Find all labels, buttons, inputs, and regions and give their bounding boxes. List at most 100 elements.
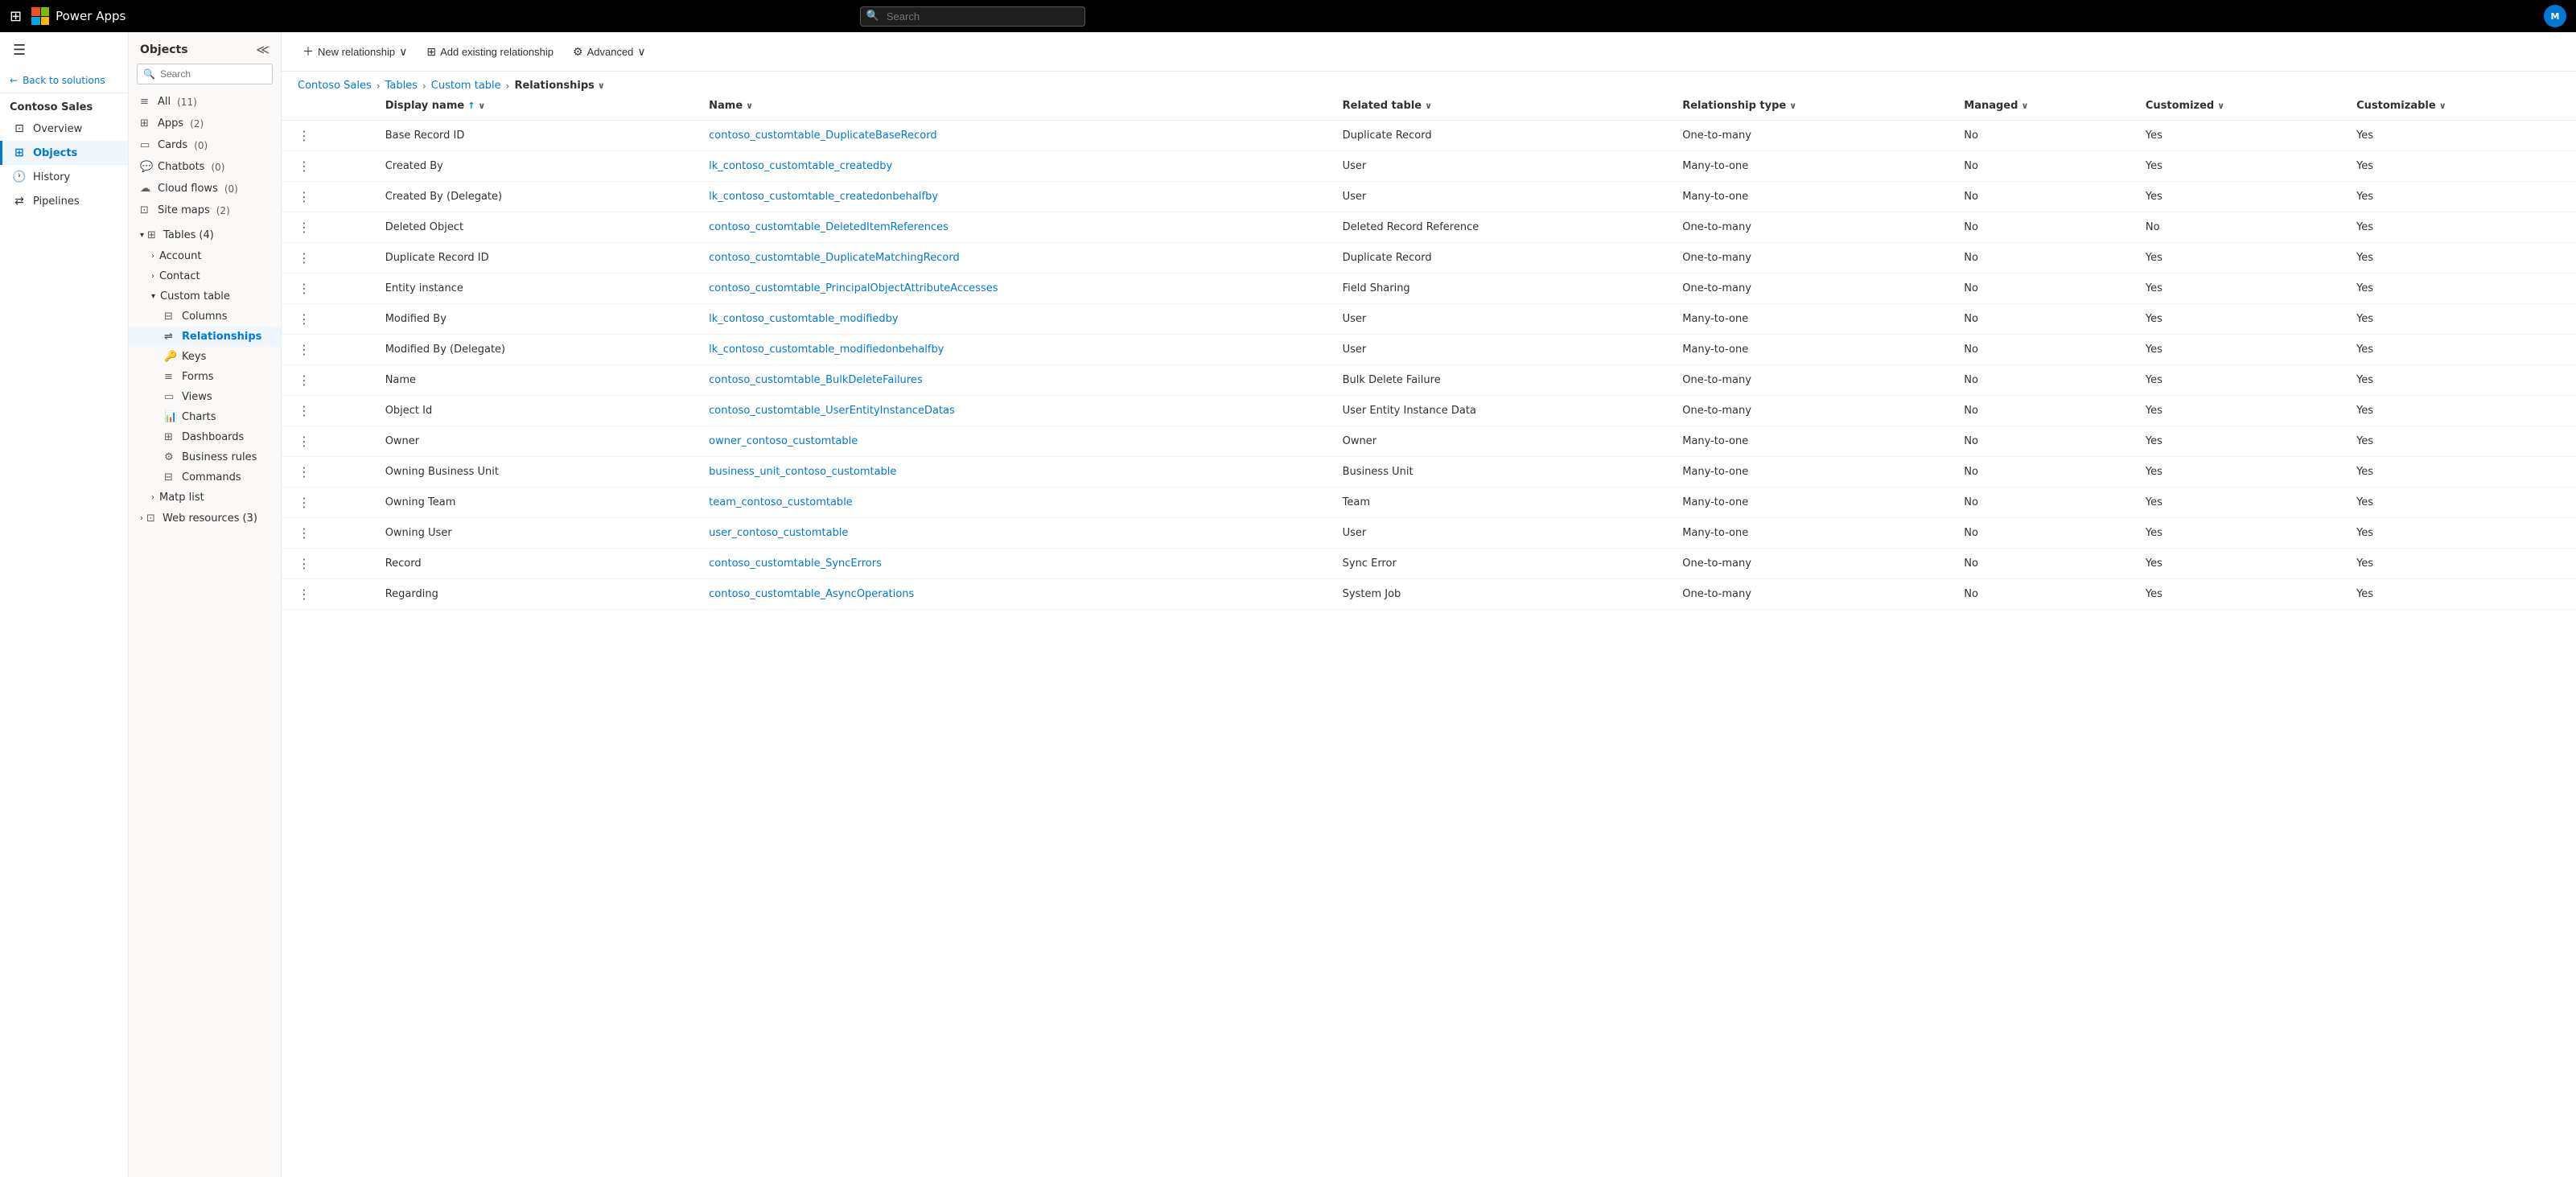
breadcrumb-custom-table[interactable]: Custom table — [431, 80, 501, 92]
row-menu-13[interactable]: ⋮ — [282, 518, 372, 549]
display-name-filter-icon[interactable]: ∨ — [478, 101, 485, 111]
tree-item-matp-list[interactable]: › Matp list — [129, 488, 281, 508]
row-menu-7[interactable]: ⋮ — [282, 335, 372, 365]
objects-item-apps[interactable]: ⊞ Apps (2) — [129, 113, 281, 134]
waffle-icon[interactable]: ⊞ — [10, 8, 22, 25]
sidebar-item-history[interactable]: 🕐 History — [0, 165, 128, 189]
th-related-table[interactable]: Related table ∨ — [1330, 92, 1670, 121]
name-link-3[interactable]: contoso_customtable_DeletedItemReference… — [709, 221, 949, 233]
name-link-9[interactable]: contoso_customtable_UserEntityInstanceDa… — [709, 405, 955, 417]
search-input[interactable] — [860, 6, 1085, 27]
tree-item-account[interactable]: › Account — [129, 246, 281, 266]
row-context-menu-icon[interactable]: ⋮ — [294, 310, 314, 328]
customized-filter-icon[interactable]: ∨ — [2217, 101, 2224, 111]
row-menu-8[interactable]: ⋮ — [282, 365, 372, 396]
row-menu-0[interactable]: ⋮ — [282, 121, 372, 151]
name-link-2[interactable]: lk_contoso_customtable_createdonbehalfby — [709, 191, 938, 203]
row-menu-12[interactable]: ⋮ — [282, 488, 372, 518]
name-link-15[interactable]: contoso_customtable_AsyncOperations — [709, 588, 914, 600]
th-name[interactable]: Name ∨ — [696, 92, 1329, 121]
sidebar-item-objects[interactable]: ⊞ Objects — [0, 141, 128, 165]
breadcrumb-tables[interactable]: Tables — [385, 80, 418, 92]
th-customized[interactable]: Customized ∨ — [2133, 92, 2344, 121]
row-context-menu-icon[interactable]: ⋮ — [294, 554, 314, 573]
tree-item-contact[interactable]: › Contact — [129, 266, 281, 286]
relationship-type-filter-icon[interactable]: ∨ — [1789, 101, 1796, 111]
name-link-5[interactable]: contoso_customtable_PrincipalObjectAttri… — [709, 282, 998, 294]
tree-item-views[interactable]: ▭ Views — [129, 387, 281, 407]
name-link-7[interactable]: lk_contoso_customtable_modifiedonbehalfb… — [709, 344, 944, 356]
th-display-name[interactable]: Display name ↑ ∨ — [372, 92, 696, 121]
row-context-menu-icon[interactable]: ⋮ — [294, 371, 314, 389]
name-link-10[interactable]: owner_contoso_customtable — [709, 435, 858, 447]
row-menu-11[interactable]: ⋮ — [282, 457, 372, 488]
breadcrumb-dropdown-icon[interactable]: ∨ — [598, 80, 605, 91]
name-link-1[interactable]: lk_contoso_customtable_createdby — [709, 160, 892, 172]
row-menu-5[interactable]: ⋮ — [282, 274, 372, 304]
row-menu-1[interactable]: ⋮ — [282, 151, 372, 182]
name-link-11[interactable]: business_unit_contoso_customtable — [709, 466, 896, 478]
back-to-solutions-link[interactable]: ← Back to solutions — [0, 68, 128, 93]
row-context-menu-icon[interactable]: ⋮ — [294, 126, 314, 145]
name-filter-icon[interactable]: ∨ — [746, 101, 753, 111]
objects-search-input[interactable] — [137, 64, 273, 84]
close-icon[interactable]: ≪ — [256, 42, 270, 57]
th-relationship-type[interactable]: Relationship type ∨ — [1669, 92, 1951, 121]
row-menu-9[interactable]: ⋮ — [282, 396, 372, 426]
tree-item-custom-table[interactable]: ▾ Custom table — [129, 286, 281, 307]
tree-item-dashboards[interactable]: ⊞ Dashboards — [129, 427, 281, 447]
name-link-0[interactable]: contoso_customtable_DuplicateBaseRecord — [709, 130, 936, 142]
row-context-menu-icon[interactable]: ⋮ — [294, 585, 314, 603]
row-menu-6[interactable]: ⋮ — [282, 304, 372, 335]
tables-tree-parent[interactable]: ▾ ⊞ Tables (4) — [129, 224, 281, 246]
objects-item-site-maps[interactable]: ⊡ Site maps (2) — [129, 200, 281, 221]
row-context-menu-icon[interactable]: ⋮ — [294, 279, 314, 298]
name-link-12[interactable]: team_contoso_customtable — [709, 496, 853, 508]
row-context-menu-icon[interactable]: ⋮ — [294, 187, 314, 206]
objects-item-all[interactable]: ≡ All (11) — [129, 91, 281, 113]
tree-item-business-rules[interactable]: ⚙ Business rules — [129, 447, 281, 467]
row-context-menu-icon[interactable]: ⋮ — [294, 340, 314, 359]
row-context-menu-icon[interactable]: ⋮ — [294, 463, 314, 481]
row-menu-15[interactable]: ⋮ — [282, 579, 372, 610]
row-menu-3[interactable]: ⋮ — [282, 212, 372, 243]
tree-item-relationships[interactable]: ⇌ Relationships — [129, 327, 281, 347]
th-managed[interactable]: Managed ∨ — [1951, 92, 2133, 121]
customizable-filter-icon[interactable]: ∨ — [2439, 101, 2446, 111]
row-context-menu-icon[interactable]: ⋮ — [294, 218, 314, 237]
related-table-filter-icon[interactable]: ∨ — [1425, 101, 1432, 111]
name-link-4[interactable]: contoso_customtable_DuplicateMatchingRec… — [709, 252, 960, 264]
web-resources-tree-parent[interactable]: › ⊡ Web resources (3) — [129, 508, 281, 529]
objects-item-cards[interactable]: ▭ Cards (0) — [129, 134, 281, 156]
tree-item-forms[interactable]: ≡ Forms — [129, 367, 281, 387]
row-context-menu-icon[interactable]: ⋮ — [294, 249, 314, 267]
row-menu-2[interactable]: ⋮ — [282, 182, 372, 212]
tree-item-charts[interactable]: 📊 Charts — [129, 407, 281, 427]
th-customizable[interactable]: Customizable ∨ — [2344, 92, 2576, 121]
objects-item-cloud-flows[interactable]: ☁ Cloud flows (0) — [129, 178, 281, 200]
name-link-13[interactable]: user_contoso_customtable — [709, 527, 848, 539]
advanced-button[interactable]: ⚙ Advanced ∨ — [565, 40, 654, 64]
objects-item-chatbots[interactable]: 💬 Chatbots (0) — [129, 156, 281, 178]
name-link-8[interactable]: contoso_customtable_BulkDeleteFailures — [709, 374, 922, 386]
sidebar-item-overview[interactable]: ⊡ Overview — [0, 117, 128, 141]
name-link-6[interactable]: lk_contoso_customtable_modifiedby — [709, 313, 898, 325]
row-context-menu-icon[interactable]: ⋮ — [294, 432, 314, 451]
row-menu-10[interactable]: ⋮ — [282, 426, 372, 457]
breadcrumb-contoso-sales[interactable]: Contoso Sales — [298, 80, 372, 92]
add-existing-button[interactable]: ⊞ Add existing relationship — [418, 40, 562, 64]
row-context-menu-icon[interactable]: ⋮ — [294, 524, 314, 542]
new-relationship-button[interactable]: ＋ New relationship ∨ — [294, 39, 415, 64]
sidebar-item-pipelines[interactable]: ⇄ Pipelines — [0, 189, 128, 213]
tree-item-columns[interactable]: ⊟ Columns — [129, 307, 281, 327]
hamburger-icon[interactable]: ☰ — [0, 32, 128, 68]
row-menu-14[interactable]: ⋮ — [282, 549, 372, 579]
name-link-14[interactable]: contoso_customtable_SyncErrors — [709, 558, 882, 570]
row-menu-4[interactable]: ⋮ — [282, 243, 372, 274]
tree-item-keys[interactable]: 🔑 Keys — [129, 347, 281, 367]
avatar[interactable]: M — [2544, 5, 2566, 27]
tree-item-commands[interactable]: ⊟ Commands — [129, 467, 281, 488]
row-context-menu-icon[interactable]: ⋮ — [294, 401, 314, 420]
row-context-menu-icon[interactable]: ⋮ — [294, 157, 314, 175]
managed-filter-icon[interactable]: ∨ — [2021, 101, 2028, 111]
